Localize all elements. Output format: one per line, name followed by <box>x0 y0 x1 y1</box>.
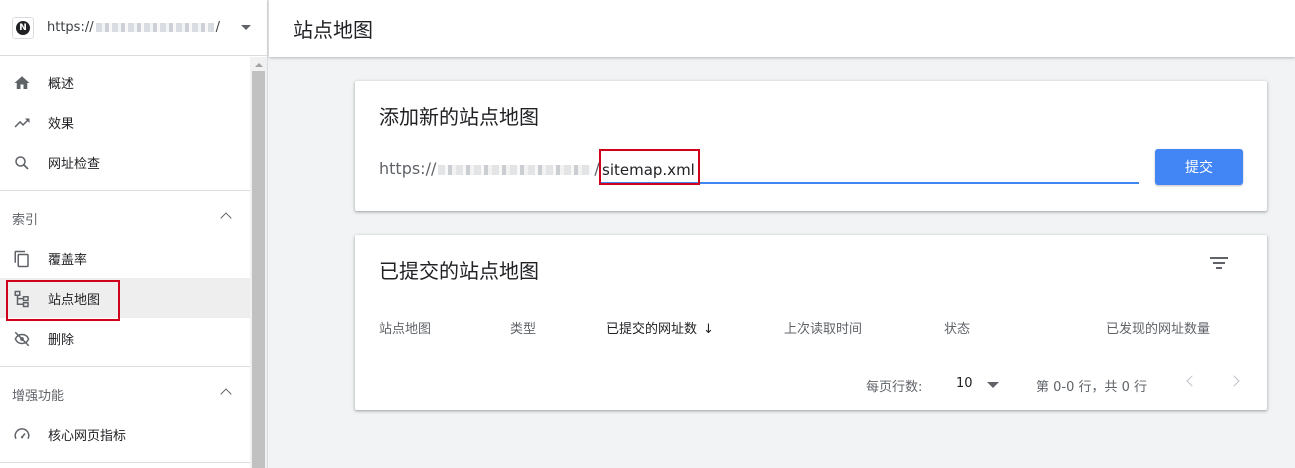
column-header-last-read[interactable]: 上次读取时间 <box>784 318 862 337</box>
sidebar-item-label: 效果 <box>48 116 75 132</box>
divider <box>0 366 250 367</box>
scroll-up-arrow-icon[interactable] <box>255 63 263 67</box>
search-icon <box>15 156 29 170</box>
trending-up-icon <box>14 118 30 128</box>
sidebar-sitemaps-highlight <box>6 280 120 321</box>
column-header-status[interactable]: 状态 <box>944 318 970 337</box>
section-index[interactable]: 索引 <box>0 198 250 238</box>
property-logo-icon: N <box>12 16 34 39</box>
submitted-sitemaps-title: 已提交的站点地图 <box>379 259 539 283</box>
sidebar-item-removals[interactable]: 删除 <box>0 318 250 358</box>
sidebar-scrollbar[interactable] <box>250 57 267 468</box>
divider <box>0 190 250 191</box>
section-label: 增强功能 <box>12 388 65 404</box>
redacted-url <box>95 23 214 32</box>
section-enhancements[interactable]: 增强功能 <box>0 374 250 414</box>
sitemap-url-prefix: https:/// <box>379 159 600 178</box>
sidebar-item-performance[interactable]: 效果 <box>0 102 250 142</box>
sidebar-item-label: 核心网页指标 <box>48 428 127 444</box>
add-sitemap-title: 添加新的站点地图 <box>379 105 539 129</box>
page-title: 站点地图 <box>293 18 373 42</box>
sidebar: N https:/// 概述 效果 网址检查 索引 覆盖率 站点地图 删除 增强… <box>0 0 268 468</box>
speed-gauge-icon <box>14 428 30 440</box>
caret-down-icon[interactable] <box>987 382 999 388</box>
property-selector[interactable]: N https:/// <box>0 0 267 56</box>
column-header-submitted-urls[interactable]: 已提交的网址数 ↓ <box>606 318 714 337</box>
sidebar-item-url-inspection[interactable]: 网址检查 <box>0 142 250 182</box>
column-header-sitemap[interactable]: 站点地图 <box>379 318 431 337</box>
chevron-left-icon[interactable] <box>1186 375 1198 387</box>
column-label: 已提交的网址数 <box>606 322 698 337</box>
column-header-discovered-urls[interactable]: 已发现的网址数量 <box>1106 318 1210 337</box>
rows-per-page-label: 每页行数: <box>866 380 923 395</box>
sidebar-item-overview[interactable]: 概述 <box>0 62 250 102</box>
submit-button[interactable]: 提交 <box>1155 149 1243 185</box>
sidebar-item-coverage[interactable]: 覆盖率 <box>0 238 250 278</box>
sidebar-item-core-web-vitals[interactable]: 核心网页指标 <box>0 414 250 454</box>
sidebar-item-label: 网址检查 <box>48 156 101 172</box>
scroll-thumb[interactable] <box>252 71 265 468</box>
sidebar-item-label: 概述 <box>48 76 75 92</box>
divider <box>0 462 250 463</box>
caret-down-icon[interactable] <box>241 25 251 30</box>
chevron-up-icon <box>220 388 232 400</box>
arrow-down-icon: ↓ <box>703 322 714 337</box>
sitemap-input-highlight <box>599 149 700 185</box>
rows-per-page-select[interactable]: 10 <box>956 376 973 391</box>
chevron-up-icon <box>220 212 232 224</box>
copy-icon <box>14 250 29 268</box>
submitted-sitemaps-card: 已提交的站点地图 站点地图 类型 已提交的网址数 ↓ 上次读取时间 状态 已发现的… <box>355 235 1267 410</box>
chevron-right-icon[interactable] <box>1228 375 1240 387</box>
pagination-range: 第 0-0 行，共 0 行 <box>1036 380 1148 395</box>
visibility-off-icon <box>14 331 30 347</box>
column-header-type[interactable]: 类型 <box>510 318 536 337</box>
page-header: 站点地图 <box>269 0 1295 57</box>
add-sitemap-card: 添加新的站点地图 https:/// 提交 <box>355 81 1267 211</box>
section-label: 索引 <box>12 212 39 228</box>
sidebar-item-label: 覆盖率 <box>48 252 88 268</box>
redacted-url <box>438 164 593 175</box>
property-url: https:/// <box>47 20 220 35</box>
home-icon <box>14 76 30 89</box>
sidebar-item-label: 删除 <box>48 332 75 348</box>
filter-icon[interactable] <box>1208 255 1230 273</box>
